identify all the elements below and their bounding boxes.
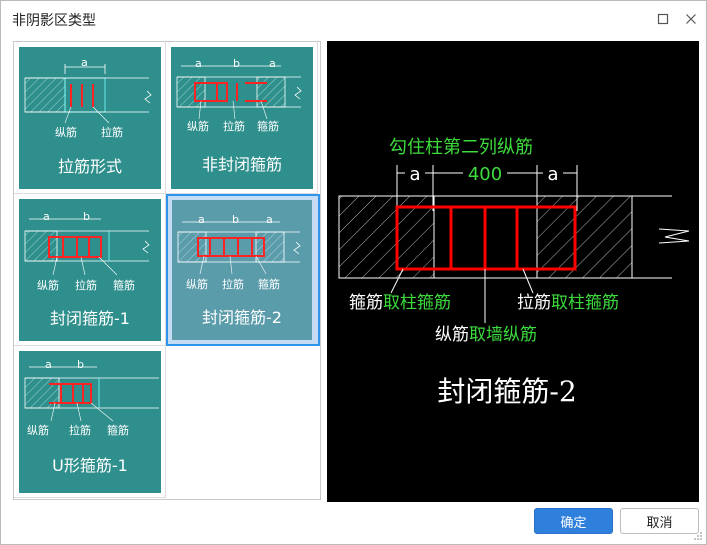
dim-a-label: a (266, 213, 273, 226)
type-card: a b 纵筋 拉筋 箍筋 U形箍筋-1 (19, 351, 161, 493)
callout-tie: 拉筋取柱箍筋 (517, 293, 619, 313)
callout-stirrup: 箍筋 (257, 120, 279, 133)
dim-b-label: b (232, 213, 239, 226)
maximize-icon[interactable] (652, 8, 674, 30)
card-label: 封闭箍筋-1 (50, 309, 130, 328)
dim-a-label: a (43, 210, 50, 223)
callout-tie: 拉筋 (69, 424, 91, 437)
close-icon[interactable] (680, 8, 702, 30)
card-label: 非封闭箍筋 (201, 155, 282, 174)
dialog-window: 非阴影区类型 a 纵筋 拉筋 拉筋形式 a b a 纵筋 拉筋 箍筋 非封闭箍筋… (0, 0, 707, 545)
type-card: a b a 纵筋 拉筋 箍筋 封闭箍筋-2 (172, 200, 312, 340)
callout-longitudinal: 纵筋 (55, 126, 77, 139)
dim-mid: 400 (468, 164, 502, 185)
type-card: a b 纵筋 拉筋 箍筋 封闭箍筋-1 (19, 199, 161, 341)
type-card: a 纵筋 拉筋 拉筋形式 (19, 47, 161, 189)
preview-title: 封闭箍筋-2 (437, 375, 576, 408)
dim-right: a (547, 164, 558, 185)
callout-stirrup: 箍筋取柱箍筋 (349, 293, 451, 313)
preview-diagram: 勾住柱第二列纵筋 a 400 a 箍筋取柱箍筋 拉筋取柱箍筋 纵筋取墙纵筋 封闭… (338, 137, 690, 408)
title-bar: 非阴影区类型 (1, 1, 706, 35)
callout-tie: 拉筋 (222, 278, 244, 291)
type-option-open-stirrup[interactable]: a b a 纵筋 拉筋 箍筋 非封闭箍筋 (166, 42, 318, 194)
dim-b-label: b (77, 358, 84, 371)
dim-a-label: a (198, 213, 205, 226)
type-gallery: a 纵筋 拉筋 拉筋形式 a b a 纵筋 拉筋 箍筋 非封闭箍筋 a b 纵筋… (13, 41, 321, 500)
card-label: U形箍筋-1 (52, 456, 128, 475)
dim-b-label: b (233, 57, 240, 70)
dim-a-label: a (195, 57, 202, 70)
preview-pane: 勾住柱第二列纵筋 a 400 a 箍筋取柱箍筋 拉筋取柱箍筋 纵筋取墙纵筋 封闭… (327, 41, 699, 502)
callout-longitudinal: 纵筋 (187, 120, 209, 133)
dialog-title: 非阴影区类型 (12, 13, 96, 29)
callout-longitudinal: 纵筋取墙纵筋 (435, 325, 537, 345)
type-option-tie-form[interactable]: a 纵筋 拉筋 拉筋形式 (14, 42, 166, 194)
type-option-u-stirrup-1[interactable]: a b 纵筋 拉筋 箍筋 U形箍筋-1 (14, 346, 166, 498)
callout-stirrup: 箍筋 (113, 279, 135, 292)
callout-longitudinal: 纵筋 (186, 278, 208, 291)
dim-a-label: a (81, 56, 88, 69)
card-label: 拉筋形式 (57, 157, 122, 176)
callout-tie: 拉筋 (101, 126, 123, 139)
dim-a-label: a (45, 358, 52, 371)
card-label: 封闭箍筋-2 (202, 308, 282, 327)
ok-button[interactable]: 确定 (534, 508, 613, 534)
callout-tie: 拉筋 (75, 279, 97, 292)
cancel-button[interactable]: 取消 (620, 508, 699, 534)
dim-left: a (409, 164, 420, 185)
type-option-closed-stirrup-2[interactable]: a b a 纵筋 拉筋 箍筋 封闭箍筋-2 (166, 194, 320, 346)
callout-longitudinal: 纵筋 (27, 424, 49, 437)
type-card: a b a 纵筋 拉筋 箍筋 非封闭箍筋 (171, 47, 313, 189)
dim-b-label: b (83, 210, 90, 223)
callout-longitudinal: 纵筋 (37, 279, 59, 292)
callout-tie: 拉筋 (223, 120, 245, 133)
dim-a-label: a (269, 57, 276, 70)
preview-header: 勾住柱第二列纵筋 (389, 137, 533, 158)
callout-stirrup: 箍筋 (258, 278, 280, 291)
resize-grip-icon[interactable] (693, 531, 703, 541)
type-option-closed-stirrup-1[interactable]: a b 纵筋 拉筋 箍筋 封闭箍筋-1 (14, 194, 166, 346)
callout-stirrup: 箍筋 (107, 424, 129, 437)
